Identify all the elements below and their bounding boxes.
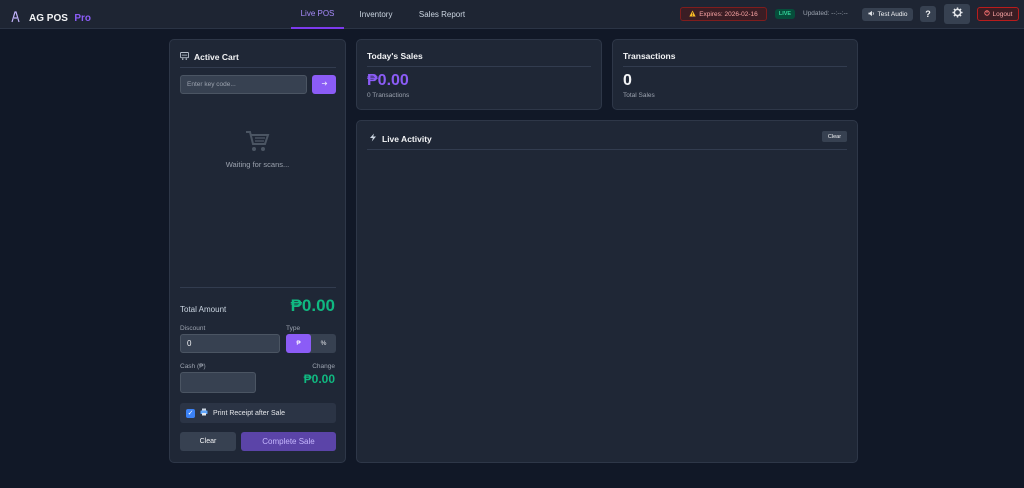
transactions-divider bbox=[623, 66, 847, 67]
empty-cart-icon bbox=[244, 129, 270, 153]
transactions-value: 0 bbox=[623, 72, 632, 89]
active-cart-panel: Active Cart Enter key code... Waiting fo… bbox=[169, 39, 346, 463]
warning-icon bbox=[689, 9, 696, 19]
discount-input[interactable]: 0 bbox=[180, 334, 280, 353]
todays-sales-sub: 0 Transactions bbox=[367, 92, 410, 99]
tab-sales-report[interactable]: Sales Report bbox=[410, 0, 474, 29]
logout-icon bbox=[983, 10, 990, 18]
speaker-icon bbox=[867, 10, 875, 19]
arrow-right-icon bbox=[321, 80, 328, 89]
app-name: AG POS bbox=[29, 13, 68, 24]
print-receipt-label: Print Receipt after Sale bbox=[213, 409, 285, 417]
total-amount-label: Total Amount bbox=[180, 305, 227, 314]
top-navbar: AG POS Pro Live POS Inventory Sales Repo… bbox=[0, 0, 1024, 29]
cash-label: Cash (₱) bbox=[180, 363, 206, 370]
print-receipt-checkbox[interactable]: ✓ bbox=[186, 408, 195, 418]
bolt-icon bbox=[369, 133, 377, 144]
test-audio-button[interactable]: Test Audio bbox=[862, 8, 913, 21]
test-audio-label: Test Audio bbox=[877, 11, 908, 18]
transactions-card: Transactions 0 Total Sales bbox=[612, 39, 858, 110]
transactions-title: Transactions bbox=[623, 51, 676, 61]
change-label: Change bbox=[312, 363, 335, 370]
key-submit-button[interactable] bbox=[312, 75, 336, 94]
type-option-percent[interactable]: % bbox=[311, 334, 336, 353]
gear-icon bbox=[951, 5, 963, 23]
live-activity-panel: Live Activity Clear bbox=[356, 120, 858, 463]
todays-sales-title: Today's Sales bbox=[367, 51, 423, 61]
totals-divider bbox=[180, 287, 336, 288]
expiry-text: Expires: 2026-02-16 bbox=[699, 10, 758, 18]
live-badge: LIVE bbox=[775, 9, 795, 19]
cart-title: Active Cart bbox=[180, 52, 239, 62]
app-edition: Pro bbox=[74, 13, 92, 24]
key-code-input[interactable]: Enter key code... bbox=[180, 75, 307, 94]
printer-icon bbox=[200, 408, 208, 418]
complete-sale-button[interactable]: Complete Sale bbox=[241, 432, 336, 451]
type-option-peso[interactable]: ₱ bbox=[286, 334, 311, 353]
print-receipt-option[interactable]: ✓ Print Receipt after Sale bbox=[180, 403, 336, 423]
cart-icon bbox=[180, 52, 189, 62]
type-label: Type bbox=[286, 325, 301, 332]
logout-label: Logout bbox=[992, 10, 1013, 18]
tab-live-pos[interactable]: Live POS bbox=[291, 0, 344, 29]
clear-activity-button[interactable]: Clear bbox=[822, 131, 847, 142]
tab-inventory[interactable]: Inventory bbox=[352, 0, 400, 29]
empty-cart-message: Waiting for scans... bbox=[225, 160, 290, 169]
live-activity-title-text: Live Activity bbox=[382, 133, 432, 144]
discount-type-toggle: ₱ % bbox=[286, 334, 336, 353]
transactions-sub: Total Sales bbox=[623, 92, 655, 99]
change-value: ₱0.00 bbox=[303, 372, 335, 386]
cart-title-text: Active Cart bbox=[194, 52, 239, 62]
todays-sales-value: ₱0.00 bbox=[367, 72, 409, 89]
logo-icon bbox=[11, 11, 21, 23]
clear-cart-button[interactable]: Clear bbox=[180, 432, 236, 451]
updated-time: Updated: --:--:-- bbox=[803, 10, 848, 17]
total-amount-value: ₱0.00 bbox=[290, 296, 335, 315]
todays-sales-card: Today's Sales ₱0.00 0 Transactions bbox=[356, 39, 602, 110]
brand[interactable]: AG POS Pro bbox=[11, 8, 91, 26]
logout-button[interactable]: Logout bbox=[977, 7, 1019, 21]
todays-sales-divider bbox=[367, 66, 591, 67]
live-activity-title: Live Activity bbox=[369, 133, 432, 144]
discount-label: Discount bbox=[180, 325, 206, 332]
help-button[interactable]: ? bbox=[920, 6, 936, 22]
activity-divider bbox=[367, 149, 847, 150]
cash-input[interactable] bbox=[180, 372, 256, 393]
settings-button[interactable] bbox=[944, 4, 970, 24]
cart-divider bbox=[180, 67, 336, 68]
expiry-badge: Expires: 2026-02-16 bbox=[680, 7, 767, 21]
